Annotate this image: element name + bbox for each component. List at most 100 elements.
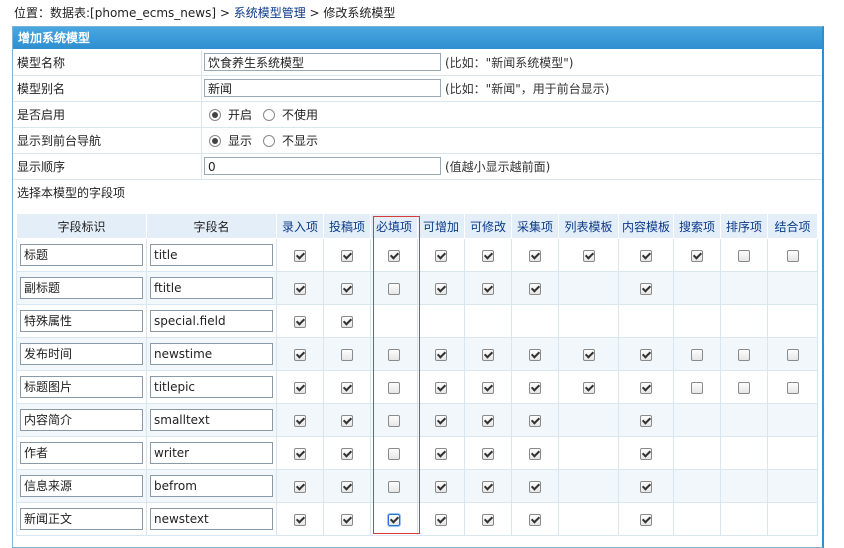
checkbox[interactable] bbox=[582, 249, 595, 262]
checkbox[interactable] bbox=[529, 381, 541, 394]
checkbox[interactable] bbox=[738, 249, 750, 262]
enable-off-option[interactable]: 不使用 bbox=[263, 106, 318, 123]
checkbox[interactable] bbox=[529, 513, 541, 526]
checkbox[interactable] bbox=[691, 348, 703, 361]
checkbox[interactable] bbox=[341, 447, 353, 460]
checkbox[interactable] bbox=[738, 381, 750, 394]
checkbox[interactable] bbox=[482, 282, 494, 295]
checkbox[interactable] bbox=[529, 282, 541, 295]
checkbox[interactable] bbox=[640, 348, 652, 361]
nav-show-option[interactable]: 显示 bbox=[209, 132, 252, 149]
nav-hide-option[interactable]: 不显示 bbox=[263, 132, 318, 149]
field-label-input[interactable]: 副标题 bbox=[20, 277, 143, 299]
checkbox[interactable] bbox=[435, 348, 447, 361]
checkbox[interactable] bbox=[640, 249, 652, 262]
checkbox[interactable] bbox=[640, 414, 652, 427]
nav-hide-radio[interactable] bbox=[263, 135, 275, 147]
checkbox[interactable] bbox=[294, 315, 306, 328]
checkbox[interactable] bbox=[341, 414, 353, 427]
checkbox[interactable] bbox=[482, 480, 494, 493]
checkbox[interactable] bbox=[435, 381, 447, 394]
checkbox[interactable] bbox=[482, 414, 494, 427]
checkbox[interactable] bbox=[435, 414, 447, 427]
field-label-input[interactable]: 内容简介 bbox=[20, 409, 143, 431]
checkbox[interactable] bbox=[640, 282, 652, 295]
checkbox[interactable] bbox=[435, 282, 447, 295]
checkbox[interactable] bbox=[294, 513, 306, 526]
display-order-input[interactable]: 0 bbox=[204, 157, 441, 175]
checkbox[interactable] bbox=[435, 249, 447, 262]
checkbox[interactable] bbox=[294, 414, 306, 427]
model-name-input[interactable]: 饮食养生系统模型 bbox=[204, 53, 441, 71]
checkbox[interactable] bbox=[529, 480, 541, 493]
model-alias-input[interactable]: 新闻 bbox=[204, 79, 441, 97]
checkbox[interactable] bbox=[786, 249, 799, 262]
field-name-input[interactable]: title bbox=[150, 244, 273, 266]
checkbox[interactable] bbox=[294, 282, 306, 295]
checkbox[interactable] bbox=[341, 513, 353, 526]
field-name-input[interactable]: newstime bbox=[150, 343, 273, 365]
nav-show-radio[interactable] bbox=[209, 135, 221, 147]
checkbox[interactable] bbox=[482, 381, 494, 394]
checkbox[interactable] bbox=[482, 249, 494, 262]
field-name-input[interactable]: special.field bbox=[150, 310, 273, 332]
checkbox[interactable] bbox=[341, 315, 353, 328]
checkbox[interactable] bbox=[482, 447, 494, 460]
checkbox[interactable] bbox=[435, 513, 447, 526]
checkbox[interactable] bbox=[294, 348, 306, 361]
field-name-input[interactable]: befrom bbox=[150, 475, 273, 497]
field-label-input[interactable]: 信息来源 bbox=[20, 475, 143, 497]
checkbox[interactable] bbox=[529, 348, 541, 361]
checkbox[interactable] bbox=[341, 249, 353, 262]
enable-on-option[interactable]: 开启 bbox=[209, 106, 252, 123]
checkbox[interactable] bbox=[529, 447, 541, 460]
checkbox[interactable] bbox=[388, 480, 400, 493]
field-name-input[interactable]: newstext bbox=[150, 508, 273, 530]
checkbox[interactable] bbox=[341, 480, 353, 493]
checkbox[interactable] bbox=[341, 381, 353, 394]
enable-off-radio[interactable] bbox=[263, 109, 275, 121]
checkbox[interactable] bbox=[786, 348, 799, 361]
checkbox[interactable] bbox=[388, 513, 400, 526]
field-label-input[interactable]: 新闻正文 bbox=[20, 508, 143, 530]
field-label-input[interactable]: 作者 bbox=[20, 442, 143, 464]
checkbox[interactable] bbox=[294, 381, 306, 394]
checkbox[interactable] bbox=[529, 414, 541, 427]
checkbox[interactable] bbox=[640, 381, 652, 394]
checkbox[interactable] bbox=[294, 480, 306, 493]
checkbox[interactable] bbox=[388, 249, 400, 262]
checkbox[interactable] bbox=[388, 282, 400, 295]
field-name-input[interactable]: titlepic bbox=[150, 376, 273, 398]
checkbox[interactable] bbox=[482, 513, 494, 526]
field-label-input[interactable]: 标题图片 bbox=[20, 376, 143, 398]
field-label-input[interactable]: 标题 bbox=[20, 244, 143, 266]
enable-on-radio[interactable] bbox=[209, 109, 221, 121]
checkbox[interactable] bbox=[341, 282, 353, 295]
checkbox[interactable] bbox=[640, 447, 652, 460]
field-name-input[interactable]: writer bbox=[150, 442, 273, 464]
checkbox[interactable] bbox=[582, 381, 595, 394]
checkbox[interactable] bbox=[294, 447, 306, 460]
checkbox[interactable] bbox=[786, 381, 799, 394]
checkbox[interactable] bbox=[341, 348, 353, 361]
checkbox[interactable] bbox=[691, 249, 703, 262]
checkbox[interactable] bbox=[529, 249, 541, 262]
checkbox[interactable] bbox=[640, 480, 652, 493]
checkbox[interactable] bbox=[294, 249, 306, 262]
checkbox[interactable] bbox=[738, 348, 750, 361]
checkbox[interactable] bbox=[435, 480, 447, 493]
field-name-input[interactable]: ftitle bbox=[150, 277, 273, 299]
checkbox[interactable] bbox=[388, 414, 400, 427]
checkbox[interactable] bbox=[640, 513, 652, 526]
checkbox[interactable] bbox=[388, 447, 400, 460]
checkbox[interactable] bbox=[691, 381, 703, 394]
field-label-input[interactable]: 发布时间 bbox=[20, 343, 143, 365]
checkbox[interactable] bbox=[388, 381, 400, 394]
field-label-input[interactable]: 特殊属性 bbox=[20, 310, 143, 332]
checkbox[interactable] bbox=[582, 348, 595, 361]
checkbox[interactable] bbox=[388, 348, 400, 361]
breadcrumb-link-model-manage[interactable]: 系统模型管理 bbox=[234, 6, 306, 20]
field-name-input[interactable]: smalltext bbox=[150, 409, 273, 431]
checkbox[interactable] bbox=[435, 447, 447, 460]
checkbox[interactable] bbox=[482, 348, 494, 361]
